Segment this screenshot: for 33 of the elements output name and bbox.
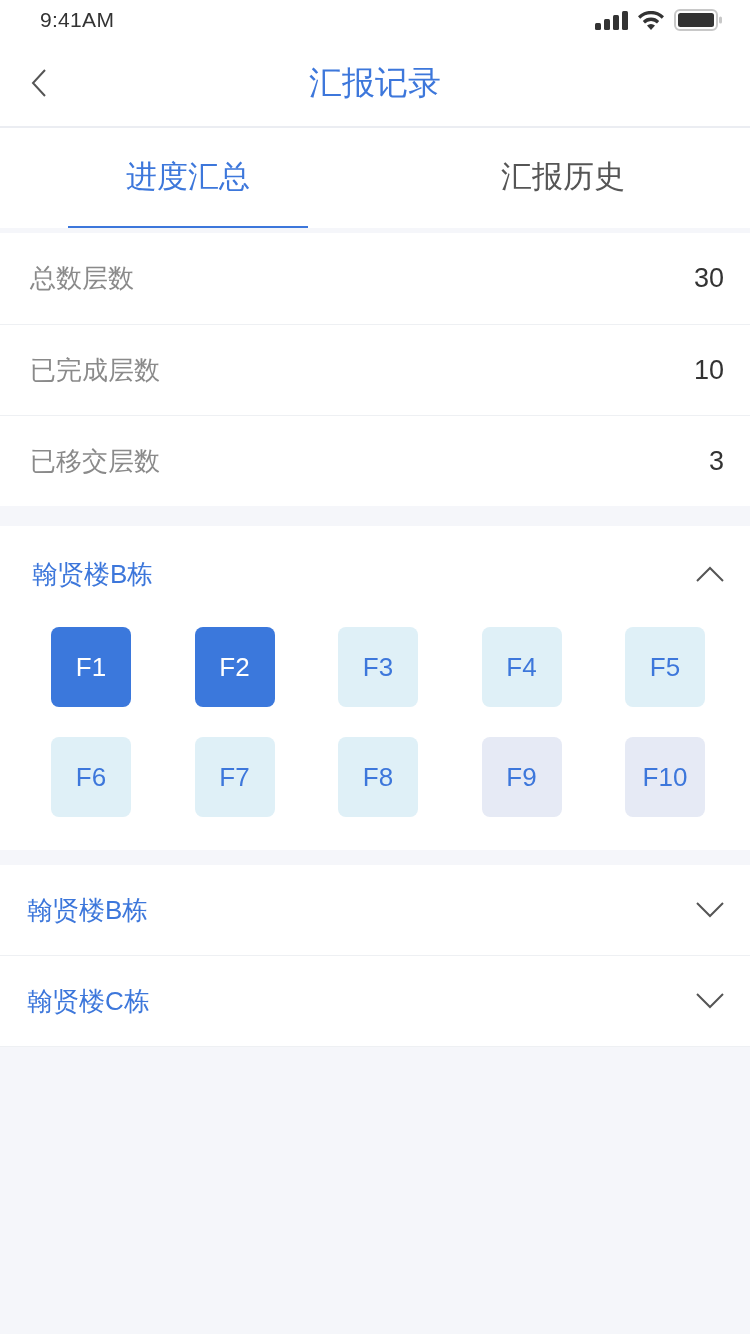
expand-toggle[interactable] xyxy=(696,565,724,583)
stat-value: 30 xyxy=(693,263,724,294)
floor-tile[interactable]: F1 xyxy=(51,627,131,707)
floor-tile[interactable]: F7 xyxy=(194,737,275,817)
floor-tile[interactable]: F8 xyxy=(338,737,418,817)
tab[interactable]: 汇报历史 xyxy=(442,128,683,228)
building-name: 翰贤楼C栋 xyxy=(27,984,150,1018)
floor-tile[interactable]: F9 xyxy=(481,737,562,817)
expand-toggle[interactable] xyxy=(696,901,724,919)
floor-tile[interactable]: F2 xyxy=(194,627,275,707)
building-name: 翰贤楼B栋 xyxy=(32,557,154,591)
page-title: 汇报记录 xyxy=(309,62,441,103)
chevron-down-icon xyxy=(696,901,724,919)
tab[interactable]: 进度汇总 xyxy=(67,128,308,228)
chevron-down-icon xyxy=(696,992,724,1010)
stat-value: 10 xyxy=(693,354,724,386)
stat-value: 3 xyxy=(708,445,724,477)
expand-toggle[interactable] xyxy=(696,992,724,1010)
floor-tile[interactable]: F4 xyxy=(481,627,562,707)
status-time: 9:41AM xyxy=(40,8,115,32)
chevron-up-icon xyxy=(696,565,724,583)
battery-icon xyxy=(674,9,722,31)
stat-label: 已移交层数 xyxy=(30,444,160,478)
floor-tile[interactable]: F3 xyxy=(338,627,418,707)
floor-tile[interactable]: F5 xyxy=(625,627,705,707)
floor-tile[interactable]: F6 xyxy=(51,737,131,817)
building-name: 翰贤楼B栋 xyxy=(27,893,149,927)
stat-label: 总数层数 xyxy=(30,262,134,295)
floor-tile[interactable]: F10 xyxy=(625,737,705,817)
back-icon xyxy=(31,69,47,97)
signal-icon xyxy=(595,10,628,30)
stat-label: 已完成层数 xyxy=(30,353,160,387)
wifi-icon xyxy=(638,10,664,30)
